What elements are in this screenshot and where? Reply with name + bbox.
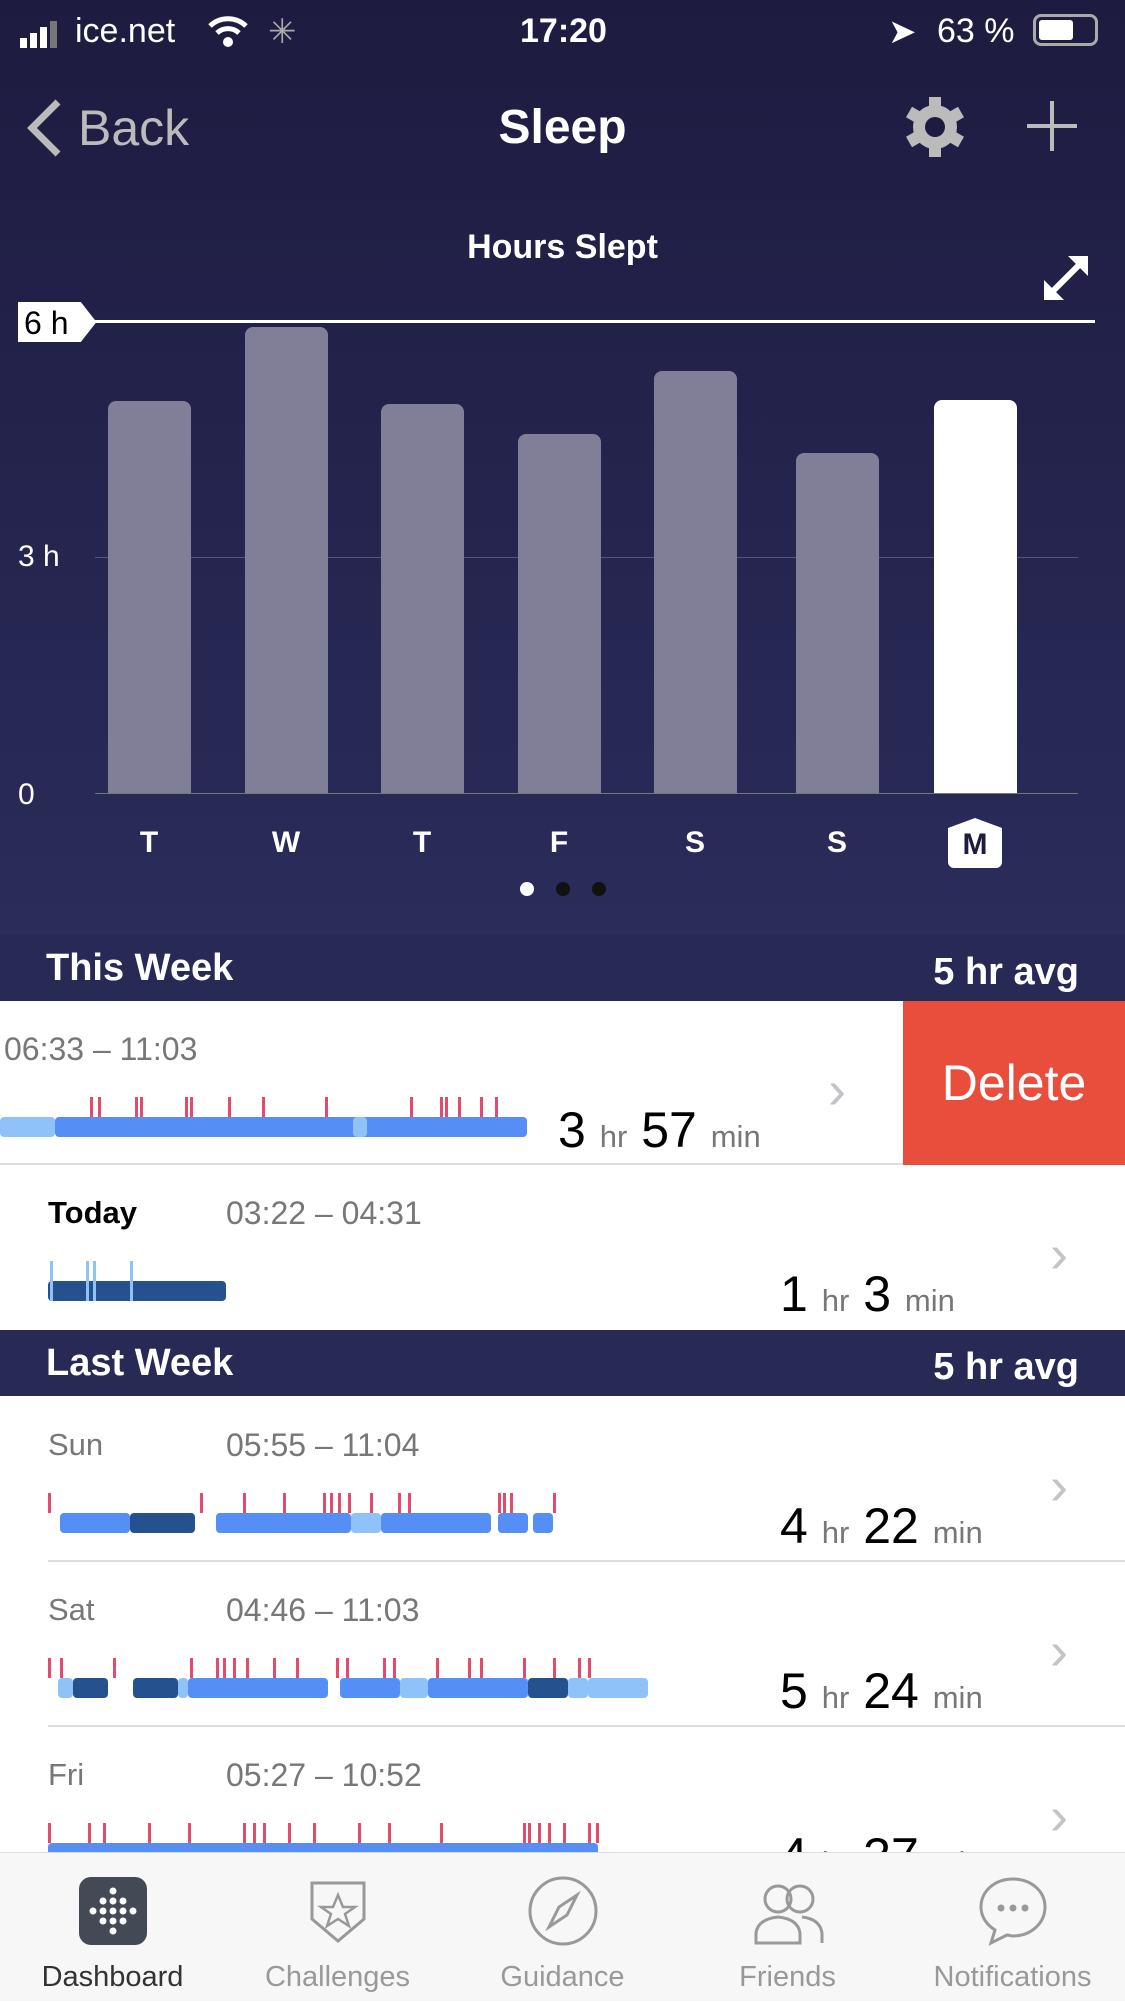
sleep-time-range: 05:55 – 11:04	[226, 1427, 420, 1463]
sleep-stages-bar	[48, 1644, 668, 1704]
bar-0[interactable]	[108, 401, 191, 793]
guidance-icon	[528, 1876, 598, 1946]
sleep-day: Today	[48, 1195, 137, 1230]
chevron-right-icon: ›	[1050, 1786, 1068, 1846]
friends-icon	[754, 1884, 824, 1945]
plus-icon[interactable]	[1025, 99, 1079, 158]
chart-title: Hours Slept	[467, 228, 658, 266]
sleep-log-row[interactable]: Sun 05:55 – 11:04 4 hr 22 min ›	[0, 1397, 1125, 1562]
location-icon: ➤	[888, 13, 917, 51]
sleep-time-range: 06:33 – 11:03	[4, 1031, 198, 1067]
ytick-6h: 6 h	[18, 302, 97, 342]
gear-icon[interactable]	[903, 95, 967, 164]
ytick-3h: 3 h	[18, 540, 60, 573]
chevron-right-icon: ›	[1050, 1224, 1068, 1284]
day-label[interactable]: T	[392, 826, 452, 860]
day-label[interactable]: S	[665, 826, 725, 860]
day-label[interactable]: W	[256, 826, 316, 860]
sleep-log-row[interactable]: Sat 04:46 – 11:03 5 hr 24 min ›	[0, 1562, 1125, 1727]
section-title: Last Week	[46, 1342, 234, 1384]
tab-notifications[interactable]: Notifications	[900, 1853, 1125, 2002]
sleep-time-range: 04:46 – 11:03	[226, 1592, 420, 1628]
last-week-header: Last Week 5 hr avg	[0, 1330, 1125, 1396]
tab-label: Challenges	[264, 1961, 411, 1993]
sleep-stages-bar	[48, 1479, 668, 1539]
tab-dashboard[interactable]: Dashboard	[0, 1853, 225, 2002]
tab-label: Guidance	[500, 1961, 625, 1993]
page-dot[interactable]	[591, 882, 606, 896]
bar-4[interactable]	[654, 371, 737, 793]
battery-percent: 63 %	[937, 12, 1015, 50]
sleep-time-range: 03:22 – 04:31	[226, 1195, 422, 1231]
sleep-time-range: 05:27 – 10:52	[226, 1757, 422, 1793]
chevron-right-icon: ›	[1050, 1621, 1068, 1681]
sleep-log-row-swiped[interactable]: 06:33 – 11:03 3 hr 57 min › Delete	[0, 1001, 1125, 1165]
clock: 17:20	[520, 12, 607, 50]
bar-6[interactable]	[934, 399, 1017, 793]
sleep-log-row[interactable]: Today 03:22 – 04:31 1 hr 3 min ›	[0, 1165, 1125, 1330]
tab-friends[interactable]: Friends	[675, 1853, 900, 2002]
tab-label: Friends	[739, 1961, 836, 1993]
page-dot[interactable]	[555, 882, 570, 896]
bar-1[interactable]	[245, 327, 328, 793]
tab-challenges[interactable]: Challenges	[225, 1853, 450, 2002]
dashboard-icon	[79, 1877, 147, 1945]
chevron-right-icon: ›	[1050, 1456, 1068, 1516]
signal-icon	[20, 20, 70, 55]
day-label[interactable]: T	[119, 826, 179, 860]
carrier: ice.net	[75, 12, 176, 50]
sleep-day: Sat	[48, 1592, 95, 1627]
expand-icon[interactable]	[1040, 252, 1092, 309]
section-avg: 5 hr avg	[933, 951, 1079, 993]
day-label[interactable]: S	[807, 826, 867, 860]
ytick-0: 0	[18, 778, 35, 811]
battery-icon	[1033, 14, 1098, 46]
bar-3[interactable]	[518, 434, 601, 793]
bar-5[interactable]	[796, 453, 879, 793]
sleep-stages-bar	[48, 1247, 668, 1307]
section-title: This Week	[46, 947, 234, 989]
sleep-day: Fri	[48, 1757, 85, 1792]
tab-label: Dashboard	[41, 1961, 184, 1993]
this-week-header: This Week 5 hr avg	[0, 935, 1125, 1001]
bar-2[interactable]	[381, 404, 464, 793]
page-dot[interactable]	[519, 882, 534, 896]
notifications-icon	[979, 1877, 1047, 1946]
challenges-icon	[310, 1881, 366, 1943]
delete-button[interactable]: Delete	[903, 1001, 1125, 1165]
tab-label: Notifications	[933, 1961, 1092, 1993]
tab-guidance[interactable]: Guidance	[450, 1853, 675, 2002]
sleep-stages-bar	[0, 1083, 620, 1143]
day-label[interactable]: F	[529, 826, 589, 860]
tab-bar: Dashboard Challenges Guidance Friends Notifi…	[0, 1852, 1125, 2001]
baseline	[95, 793, 1078, 794]
wifi-icon	[208, 14, 248, 53]
day-label[interactable]: M	[948, 818, 1002, 868]
activity-icon: ✳	[268, 13, 297, 51]
sleep-day: Sun	[48, 1427, 104, 1462]
max-line	[95, 320, 1095, 323]
section-avg: 5 hr avg	[933, 1346, 1079, 1388]
chevron-right-icon: ›	[828, 1060, 846, 1120]
